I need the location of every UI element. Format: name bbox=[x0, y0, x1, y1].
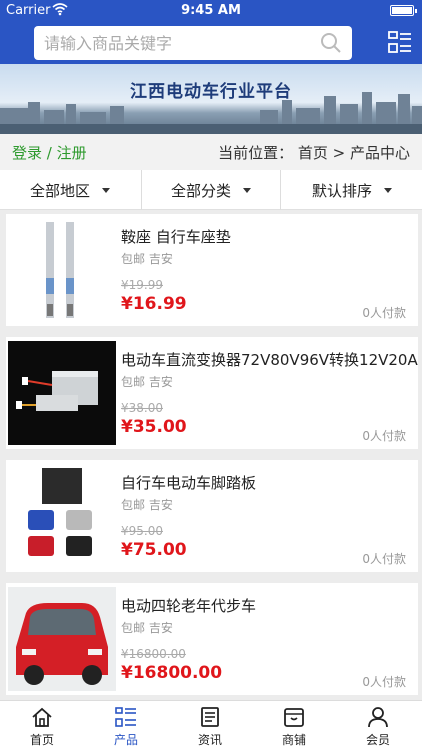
tab-label: 商铺 bbox=[281, 733, 306, 747]
product-card[interactable]: 鞍座 自行车座垫 包邮 吉安 ¥19.99 ¥16.99 0人付款 bbox=[6, 214, 418, 326]
filter-label: 全部地区 bbox=[29, 181, 90, 200]
tab-shop[interactable]: 商铺 bbox=[252, 701, 336, 750]
tab-home[interactable]: 首页 bbox=[0, 701, 84, 750]
bottom-tab-bar: 首页 产品 资讯 商铺 会员 bbox=[0, 700, 422, 750]
tab-label: 资讯 bbox=[197, 733, 222, 747]
user-icon bbox=[368, 707, 388, 728]
home-icon bbox=[32, 707, 52, 727]
product-meta: 包邮 吉安 bbox=[121, 621, 173, 635]
sale-price: ¥75.00 bbox=[121, 540, 187, 560]
banner: 江西电动车行业平台 bbox=[0, 64, 422, 134]
product-name[interactable]: 鞍座 自行车座垫 bbox=[121, 226, 231, 247]
news-icon bbox=[201, 707, 219, 727]
filter-region[interactable]: 全部地区 bbox=[0, 170, 140, 210]
tab-products[interactable]: 产品 bbox=[84, 701, 168, 750]
tab-label: 首页 bbox=[29, 733, 54, 747]
filter-bar: 全部地区 全部分类 默认排序 bbox=[0, 170, 422, 210]
search-input[interactable] bbox=[44, 32, 314, 54]
list-icon bbox=[115, 707, 136, 727]
tab-member[interactable]: 会员 bbox=[336, 701, 420, 750]
bike-fork-image bbox=[8, 218, 116, 322]
banner-title: 江西电动车行业平台 bbox=[130, 82, 292, 102]
product-meta: 包邮 吉安 bbox=[121, 252, 173, 266]
original-price: ¥19.99 bbox=[121, 278, 163, 292]
sold-count: 0人付款 bbox=[362, 552, 406, 566]
original-price: ¥95.00 bbox=[121, 524, 163, 538]
product-name[interactable]: 电动车直流变换器72V80V96V转换12V20A bbox=[121, 349, 418, 370]
pedals-image bbox=[8, 464, 116, 568]
chevron-down-icon bbox=[102, 187, 110, 193]
sold-count: 0人付款 bbox=[362, 429, 406, 443]
breadcrumb: 当前位置： 首页 > 产品中心 bbox=[218, 144, 410, 162]
sale-price: ¥35.00 bbox=[121, 417, 187, 437]
product-name[interactable]: 电动四轮老年代步车 bbox=[121, 595, 256, 616]
status-time: 9:45 AM bbox=[181, 3, 241, 18]
mini-car-image bbox=[8, 587, 116, 691]
sale-price: ¥16.99 bbox=[121, 294, 187, 314]
sold-count: 0人付款 bbox=[362, 306, 406, 320]
product-meta: 包邮 吉安 bbox=[121, 375, 173, 389]
filter-sort[interactable]: 默认排序 bbox=[282, 170, 422, 210]
original-price: ¥16800.00 bbox=[121, 647, 186, 661]
sale-price: ¥16800.00 bbox=[121, 663, 223, 683]
product-card[interactable]: 自行车电动车脚踏板 包邮 吉安 ¥95.00 ¥75.00 0人付款 bbox=[6, 460, 418, 572]
search-box[interactable] bbox=[34, 26, 352, 60]
tab-news[interactable]: 资讯 bbox=[168, 701, 252, 750]
product-name[interactable]: 自行车电动车脚踏板 bbox=[121, 472, 256, 493]
dc-converter-image bbox=[8, 341, 116, 445]
tab-label: 会员 bbox=[365, 733, 390, 747]
filter-label: 全部分类 bbox=[170, 181, 231, 200]
chevron-down-icon bbox=[243, 187, 251, 193]
original-price: ¥38.00 bbox=[121, 401, 163, 415]
sold-count: 0人付款 bbox=[362, 675, 406, 689]
status-bar: Carrier 9:45 AM bbox=[0, 0, 422, 22]
breadcrumb-bar: 登录 / 注册 当前位置： 首页 > 产品中心 bbox=[0, 134, 422, 170]
filter-category[interactable]: 全部分类 bbox=[141, 170, 281, 210]
product-card[interactable]: 电动四轮老年代步车 包邮 吉安 ¥16800.00 ¥16800.00 0人付款 bbox=[6, 583, 418, 695]
chevron-down-icon bbox=[384, 187, 392, 193]
category-menu-icon[interactable] bbox=[388, 30, 412, 54]
search-icon[interactable] bbox=[320, 32, 342, 54]
filter-label: 默认排序 bbox=[311, 181, 372, 200]
shop-icon bbox=[284, 708, 304, 727]
product-card[interactable]: 电动车直流变换器72V80V96V转换12V20A 包邮 吉安 ¥38.00 ¥… bbox=[6, 337, 418, 449]
login-register-link[interactable]: 登录 / 注册 bbox=[12, 142, 87, 163]
top-bar: Carrier 9:45 AM bbox=[0, 0, 422, 64]
battery-icon bbox=[390, 5, 417, 16]
product-meta: 包邮 吉安 bbox=[121, 498, 173, 512]
tab-label: 产品 bbox=[113, 733, 138, 747]
